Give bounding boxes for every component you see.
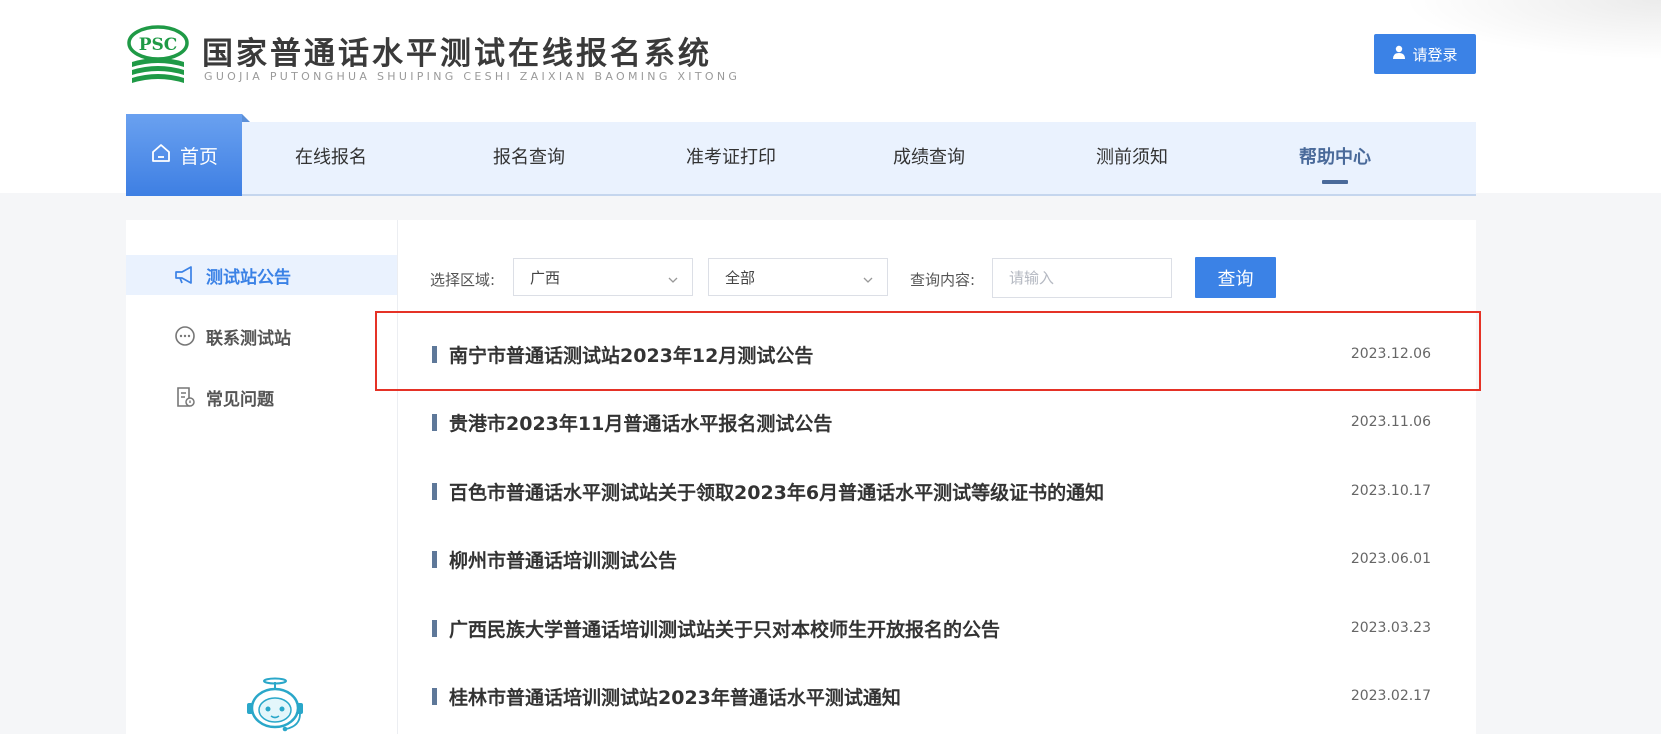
nav-label: 准考证打印: [686, 147, 776, 168]
sidebar-item-label: 联系测试站: [206, 328, 291, 349]
sidebar-item-label: 常见问题: [206, 389, 274, 410]
user-icon: [1392, 45, 1406, 63]
notice-marker: [432, 688, 437, 705]
faq-document-icon: [172, 385, 198, 409]
nav-item-score-query[interactable]: 成绩查询: [874, 122, 984, 194]
nav-label: 在线报名: [295, 147, 367, 168]
sidebar: 测试站公告 联系测试站 常见问题: [126, 220, 398, 734]
nav-label: 帮助中心: [1299, 147, 1371, 168]
site-subtitle: GUOJIA PUTONGHUA SHUIPING CESHI ZAIXIAN …: [204, 70, 741, 83]
notice-date: 2023.06.01: [1350, 551, 1431, 567]
notice-date: 2023.11.06: [1350, 414, 1431, 430]
notice-marker: [432, 620, 437, 637]
chevron-down-icon: [863, 271, 873, 283]
nav-item-help-center[interactable]: 帮助中心: [1280, 122, 1390, 194]
search-button[interactable]: 查询: [1195, 257, 1276, 298]
city-select[interactable]: 全部: [708, 258, 888, 296]
sidebar-item-label: 测试站公告: [206, 267, 291, 288]
notice-item[interactable]: 百色市普通话水平测试站关于领取2023年6月普通话水平测试等级证书的通知 202…: [429, 472, 1431, 512]
notice-title[interactable]: 桂林市普通话培训测试站2023年普通话水平测试通知: [449, 683, 901, 710]
notice-date: 2023.10.17: [1350, 483, 1431, 499]
query-label: 查询内容:: [910, 271, 976, 289]
logo-badge-text: PSC: [139, 35, 178, 55]
notice-date: 2023.02.17: [1350, 688, 1431, 704]
robot-assistant-icon[interactable]: [244, 676, 306, 734]
chevron-down-icon: [668, 271, 678, 283]
notice-item[interactable]: 桂林市普通话培训测试站2023年普通话水平测试通知 2023.02.17: [429, 677, 1431, 717]
sidebar-item-station-announcements[interactable]: 测试站公告: [126, 255, 397, 295]
notice-item[interactable]: 南宁市普通话测试站2023年12月测试公告 2023.12.06: [429, 335, 1431, 375]
notice-title[interactable]: 贵港市2023年11月普通话水平报名测试公告: [449, 409, 832, 436]
notice-title[interactable]: 柳州市普通话培训测试公告: [449, 546, 677, 573]
sidebar-item-contact-station[interactable]: 联系测试站: [126, 316, 397, 356]
content-card: 测试站公告 联系测试站 常见问题 选择区域: 广西 全部 查询内容: 请输入 查…: [126, 220, 1476, 734]
nav-label: 成绩查询: [893, 147, 965, 168]
notice-title[interactable]: 南宁市普通话测试站2023年12月测试公告: [449, 341, 813, 368]
nav-item-online-registration[interactable]: 在线报名: [276, 122, 386, 194]
nav-home-label: 首页: [179, 145, 218, 168]
notice-date: 2023.03.23: [1350, 620, 1431, 636]
home-icon: [150, 142, 172, 169]
notice-title[interactable]: 广西民族大学普通话培训测试站关于只对本校师生开放报名的公告: [449, 615, 1000, 642]
notice-marker: [432, 551, 437, 568]
nav-item-home[interactable]: 首页: [126, 114, 250, 196]
notice-title[interactable]: 百色市普通话水平测试站关于领取2023年6月普通话水平测试等级证书的通知: [449, 478, 1104, 505]
nav-item-pre-test-notice[interactable]: 测前须知: [1077, 122, 1187, 194]
psc-logo-icon[interactable]: PSC: [126, 24, 190, 86]
chat-bubble-icon: [172, 324, 198, 348]
notice-date: 2023.12.06: [1350, 346, 1431, 362]
nav-label: 报名查询: [493, 147, 565, 168]
nav-item-admission-ticket-print[interactable]: 准考证打印: [661, 122, 801, 194]
notice-item[interactable]: 广西民族大学普通话培训测试站关于只对本校师生开放报名的公告 2023.03.23: [429, 609, 1431, 649]
region-select-value: 广西: [530, 268, 561, 287]
region-label: 选择区域:: [430, 271, 496, 289]
query-input[interactable]: [992, 258, 1172, 298]
notice-marker: [432, 346, 437, 363]
nav-active-indicator: [1322, 180, 1348, 184]
city-select-value: 全部: [725, 268, 756, 287]
notice-marker: [432, 414, 437, 431]
megaphone-icon: [172, 263, 198, 287]
site-title: 国家普通话水平测试在线报名系统: [202, 36, 712, 72]
nav-item-registration-query[interactable]: 报名查询: [474, 122, 584, 194]
sidebar-item-faq[interactable]: 常见问题: [126, 377, 397, 417]
login-button[interactable]: 请登录: [1374, 34, 1476, 74]
main-nav: 首页 在线报名 报名查询 准考证打印 成绩查询 测前须知 帮助中心: [126, 114, 1476, 196]
notice-marker: [432, 483, 437, 500]
notice-item[interactable]: 贵港市2023年11月普通话水平报名测试公告 2023.11.06: [429, 403, 1431, 443]
region-select[interactable]: 广西: [513, 258, 693, 296]
notice-item[interactable]: 柳州市普通话培训测试公告 2023.06.01: [429, 540, 1431, 580]
login-label: 请登录: [1412, 45, 1458, 64]
nav-label: 测前须知: [1096, 147, 1168, 168]
